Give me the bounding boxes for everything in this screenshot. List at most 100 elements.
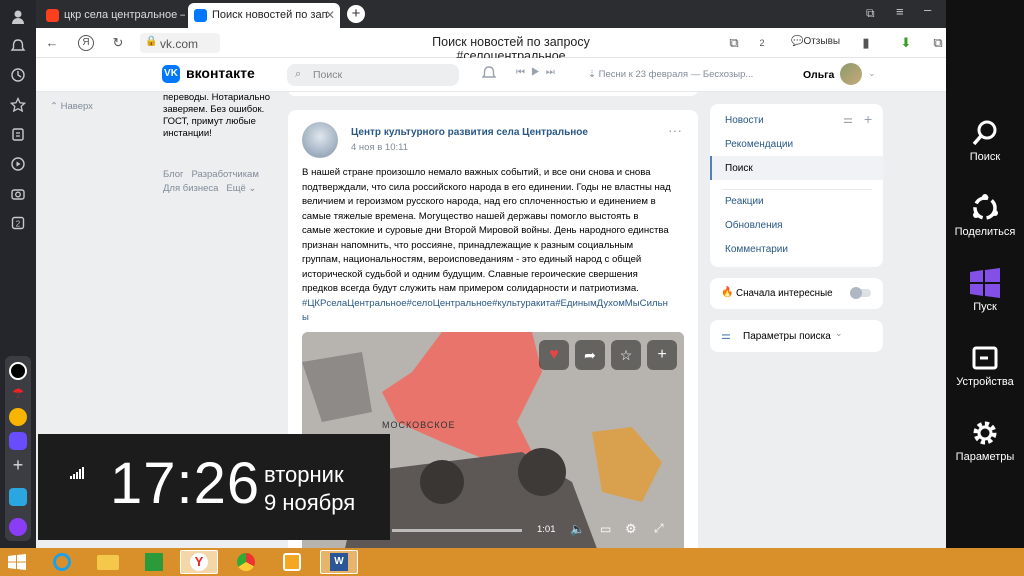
translate-icon[interactable]: ⧉ [726,35,742,51]
taskbar: Y W [0,548,1024,576]
bell-icon[interactable] [9,38,27,56]
charm-share[interactable]: Поделиться [946,193,1024,238]
play-circle-icon[interactable] [9,156,27,174]
word-taskbar-icon[interactable]: W [320,550,358,574]
avatar[interactable] [840,63,862,85]
charm-share-label: Поделиться [954,226,1016,238]
nav-search-active[interactable]: Поиск [710,156,883,180]
add-app-icon[interactable]: + [9,456,27,474]
close-tab-icon[interactable]: ✕ [325,3,335,28]
post-date[interactable]: 4 ноя в 10:11 [351,142,408,153]
charm-start-label: Пуск [973,301,997,313]
nav-comments[interactable]: Комментарии [725,244,788,255]
share-icon[interactable]: ➦ [575,340,605,370]
charm-devices[interactable]: Устройства [946,343,1024,388]
notifications-bell-icon[interactable] [481,65,497,81]
explorer-taskbar-icon[interactable] [89,550,127,574]
add-video-icon[interactable]: + [647,340,677,370]
ad-text[interactable]: переводы. Нотариально заверяем. Без ошибо… [163,92,270,140]
tab-vk-search[interactable]: Поиск новостей по зап ✕ [188,3,340,28]
more-options-icon[interactable]: ··· [668,122,682,138]
tab-search-results[interactable]: цкр села центральное — [40,3,185,28]
bookmarks-star-icon[interactable] [9,96,27,115]
alice-assistant-icon[interactable] [9,518,27,536]
interesting-first-label: Сначала интересные [736,288,833,299]
footer-blog-link[interactable]: Блог [163,169,184,180]
like-heart-icon[interactable]: ♥ [539,340,569,370]
bookmark-icon[interactable]: ▮ [858,35,874,51]
player-controls[interactable]: ⏮▶⏭ [516,67,561,78]
vk-logo-icon[interactable]: VK [162,65,180,83]
filter-settings-icon[interactable]: ⚌ [843,113,853,126]
yandex-favicon [46,9,59,22]
nav-reactions[interactable]: Реакции [725,196,764,207]
previous-post-card [288,92,698,96]
store-taskbar-icon[interactable] [135,550,173,574]
vk-search-input[interactable]: ⌕ Поиск [287,64,459,86]
collections-tab-icon[interactable]: ⧉ [866,6,875,21]
tabs-icon[interactable]: 2 [754,35,770,51]
history-icon[interactable] [9,67,27,85]
browser-sidebar: 2 ☂ + [0,0,36,548]
vk-logo-text[interactable]: вконтакте [186,65,255,81]
fullscreen-icon[interactable]: ⤢ [654,521,664,536]
mail-app-icon[interactable] [9,408,27,426]
share-icon [973,194,998,220]
post-author[interactable]: Центр культурного развития села Централь… [351,127,588,138]
search-icon [972,120,997,146]
vk-header: VK вконтакте ⌕ Поиск ⏮▶⏭ ⇣ Песни к 23 фе… [36,58,946,92]
group-avatar[interactable] [302,122,338,158]
player-track[interactable]: ⇣ Песни к 23 февраля — Бесхозыр... [588,69,753,80]
settings-gear-icon[interactable]: ⚙ [625,521,637,537]
feedback-button[interactable]: 💬Отзывы [791,33,840,51]
scroll-top-link[interactable]: ⌃ Наверх [50,101,93,112]
address-box[interactable]: 🔒 vk.com [140,33,220,53]
tab-bar: цкр села центральное — Поиск новостей по… [36,0,946,28]
charm-start[interactable]: Пуск [946,268,1024,313]
ie-taskbar-icon[interactable] [43,550,81,574]
back-icon[interactable]: ← [44,35,60,51]
volume-icon[interactable]: 🔈 [570,522,585,536]
extensions-icon[interactable]: ⧉ [930,35,946,51]
new-tab-button[interactable]: + [347,5,365,23]
profile-icon[interactable] [9,8,27,26]
feedback-label: Отзывы [803,36,841,47]
chevron-down-icon[interactable]: ⌄ [868,68,876,79]
charm-settings[interactable]: Параметры [946,418,1024,463]
camera-icon[interactable] [9,186,27,204]
map-label: МОСКОВСКОЕ [382,420,456,430]
media-taskbar-icon[interactable] [273,550,311,574]
params-sliders-icon: ⚌ [721,330,731,342]
yandex-browser-taskbar-icon[interactable]: Y [180,550,218,574]
add-list-icon[interactable]: + [864,111,872,127]
search-params-card[interactable]: ⚌ Параметры поиска ⌄ [710,320,883,352]
tabs-counter-icon[interactable]: 2 [9,215,27,233]
umbrella-app-icon[interactable]: ☂ [9,386,27,400]
send-app-icon[interactable] [9,488,27,506]
download-icon[interactable]: ⬇ [898,35,914,51]
reload-icon[interactable]: ↻ [110,35,126,51]
chrome-taskbar-icon[interactable] [227,550,265,574]
post-hashtags[interactable]: #ЦКРселаЦентральное#селоЦентральное#куль… [302,297,692,312]
footer-business-link[interactable]: Для бизнеса [163,183,218,194]
user-name[interactable]: Ольга [803,69,834,81]
interesting-toggle[interactable] [850,287,871,299]
post-hashtags-cont[interactable]: ы [302,311,692,326]
footer-more-link[interactable]: Ещё [226,183,245,194]
menu-icon[interactable]: ≡ [896,4,904,19]
windows-start-icon[interactable] [8,554,26,570]
yandex-home-icon[interactable]: Я [78,35,94,51]
favorite-star-icon[interactable]: ☆ [611,340,641,370]
messenger-app-icon[interactable] [9,432,27,450]
charm-search[interactable]: Поиск [946,118,1024,163]
minimize-icon[interactable]: – [924,2,931,17]
nav-news[interactable]: Новости [725,115,764,126]
nav-recommendations[interactable]: Рекомендации [725,139,793,150]
alice-app-icon[interactable] [9,362,27,380]
miniplayer-icon[interactable]: ▭ [600,522,611,536]
video-progress-bar[interactable] [392,529,522,532]
charm-search-label: Поиск [969,151,1001,163]
footer-dev-link[interactable]: Разработчикам [191,169,258,180]
nav-updates[interactable]: Обновления [725,220,783,231]
collections-icon[interactable] [9,126,27,144]
